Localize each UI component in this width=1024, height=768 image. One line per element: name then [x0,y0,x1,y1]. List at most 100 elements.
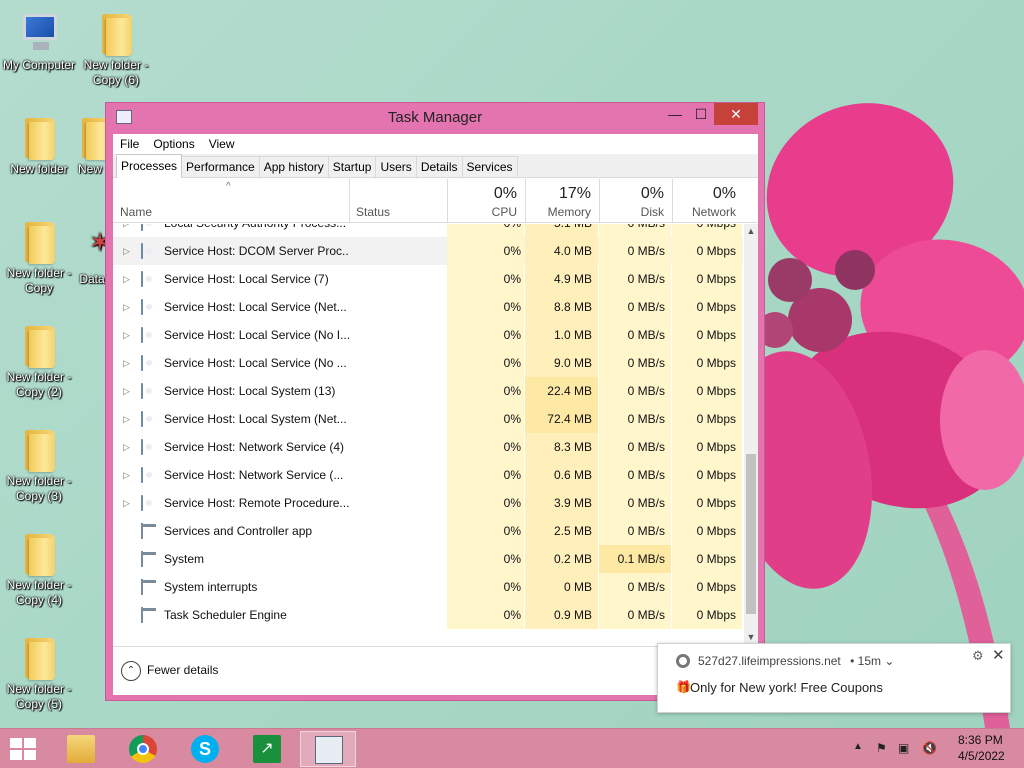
expand-chevron-icon[interactable]: ▷ [123,321,133,349]
column-cpu[interactable]: 0% CPU [447,179,525,223]
process-row[interactable]: Task Scheduler Engine 0% 0.9 MB 0 MB/s 0 Mbp… [113,601,743,629]
process-network: 0 Mbps [672,433,742,461]
settings-gear-icon[interactable]: ⚙ [972,648,984,664]
taskbar-file-explorer[interactable] [53,731,109,767]
process-row[interactable]: ▷ Service Host: Local Service (No I... 0% 1… [113,321,743,349]
tab-processes[interactable]: Processes [116,154,183,178]
start-windows-icon[interactable] [10,738,38,760]
process-row[interactable]: ▷ Service Host: Local Service (Net... 0% 8.… [113,293,743,321]
tab-details[interactable]: Details [415,156,463,177]
tab-users[interactable]: Users [375,156,417,177]
chevron-up-circle-icon[interactable]: ⌃ [121,661,141,681]
expand-chevron-icon[interactable]: ▷ [123,237,133,265]
column-network[interactable]: 0% Network [672,179,758,223]
expand-chevron-icon[interactable]: ▷ [123,461,133,489]
column-header: ^ Name Status 0% CPU 17% Memory 0% Disk … [113,179,758,223]
process-row[interactable]: Services and Controller app 0% 2.5 MB 0 MB/… [113,517,743,545]
desktop-icon-my-computer[interactable]: My Computer [0,8,81,73]
process-name: Service Host: DCOM Server Proc... [164,244,349,258]
process-row[interactable]: ▷ Service Host: Remote Procedure... 0% 3.9 … [113,489,743,517]
process-cpu: 0% [447,489,524,517]
desktop-icon-new-folder-copy-2[interactable]: New folder - Copy (2) [0,320,81,400]
process-row[interactable]: ▷ Service Host: Local Service (7) 0% 4.9 MB… [113,265,743,293]
menu-file[interactable]: File [120,137,139,151]
expand-chevron-icon[interactable]: ▷ [123,293,133,321]
process-memory: 72.4 MB [525,405,598,433]
expand-chevron-icon[interactable]: ▷ [123,405,133,433]
volume-muted-icon[interactable]: 🔇 [922,741,938,755]
process-memory: 4.0 MB [525,237,598,265]
expand-chevron-icon[interactable]: ▷ [123,265,133,293]
tab-app-history[interactable]: App history [258,156,329,177]
expand-chevron-icon[interactable]: ▷ [123,224,133,237]
vertical-scrollbar[interactable]: ▲ ▼ [744,224,758,644]
column-disk[interactable]: 0% Disk [599,179,672,223]
taskbar-task-manager[interactable] [300,731,356,767]
clock-time[interactable]: 8:36 PM [958,733,1003,747]
clock-date[interactable]: 4/5/2022 [958,749,1005,763]
scroll-down-icon[interactable]: ▼ [744,630,758,644]
taskbar-chrome[interactable] [115,731,171,767]
scroll-thumb[interactable] [746,454,756,614]
tab-performance[interactable]: Performance [181,156,260,177]
tab-startup[interactable]: Startup [327,156,377,177]
notification-message: Only for New york! Free Coupons [690,680,883,695]
column-status[interactable]: Status [349,179,447,223]
column-memory[interactable]: 17% Memory [525,179,599,223]
desktop-icon-data-partial[interactable]: ✶ Data [78,222,106,287]
process-network: 0 Mbps [672,224,742,237]
process-row[interactable]: ▷ Local Security Authority Process... 0%5.… [113,224,743,237]
process-network: 0 Mbps [672,573,742,601]
desktop-icon-new-folder-copy-3[interactable]: New folder - Copy (3) [0,424,81,504]
disk-total: 0% [640,185,664,202]
file-explorer-icon [67,735,95,763]
fewer-details-link[interactable]: Fewer details [147,663,218,677]
action-center-flag-icon[interactable]: ⚑ [876,741,892,755]
expand-chevron-icon[interactable]: ▷ [123,377,133,405]
process-network: 0 Mbps [672,545,742,573]
process-name: Services and Controller app [164,524,313,538]
process-memory: 0.2 MB [525,545,598,573]
desktop-icon-label: New folder - Copy (3) [6,474,72,503]
desktop-icon-new-folder-copy-6[interactable]: New folder - Copy (6) [74,8,158,88]
process-row[interactable]: ▷ Service Host: Local System (13) 0% 22.4 M… [113,377,743,405]
desktop-icon-new-folder-copy-4[interactable]: New folder - Copy (4) [0,528,81,608]
process-row[interactable]: ▷ Service Host: Local Service (No ... 0% 9.… [113,349,743,377]
menu-view[interactable]: View [209,137,235,151]
process-row[interactable]: ▷ Service Host: Network Service (... 0% 0.6… [113,461,743,489]
process-name: Service Host: Local Service (7) [164,272,329,286]
expand-chevron-icon[interactable]: ▷ [123,349,133,377]
cpu-total: 0% [493,185,517,202]
process-memory: 2.5 MB [525,517,598,545]
tab-services[interactable]: Services [461,156,518,177]
process-row[interactable]: ▷ Service Host: DCOM Server Proc... 0% 4.0 … [113,237,743,265]
show-hidden-icons-icon[interactable]: ▲ [853,741,863,752]
process-row[interactable]: System interrupts 0% 0 MB 0 MB/s 0 Mbps [113,573,743,601]
close-icon[interactable]: ✕ [992,646,1005,664]
desktop-icon-label: My Computer [2,58,76,72]
taskbar-skype[interactable]: S [177,731,233,767]
browser-notification[interactable]: 527d27.lifeimpressions.net • 15m ⌄ ⚙ ✕ 🎁… [657,643,1011,713]
network-icon[interactable]: ▣ [898,741,914,755]
process-disk: 0 MB/s [599,489,671,517]
process-row[interactable]: ▷ Service Host: Local System (Net... 0% 72.… [113,405,743,433]
minimize-button[interactable]: — [662,103,688,125]
expand-chevron-icon[interactable]: ▷ [123,489,133,517]
process-row[interactable]: ▷ Service Host: Network Service (4) 0% 8.3 … [113,433,743,461]
close-button[interactable]: ✕ [714,103,758,125]
process-disk: 0 MB/s [599,321,671,349]
process-row[interactable]: System 0% 0.2 MB 0.1 MB/s 0 Mbps [113,545,743,573]
desktop-icon-new-folder-copy[interactable]: New folder - Copy [0,216,81,296]
desktop-icon-new-partial[interactable]: New [74,112,106,177]
menu-options[interactable]: Options [153,137,194,151]
column-name[interactable]: Name [113,179,349,223]
taskbar-stock-app[interactable]: ↗ [239,731,295,767]
desktop-icon-new-folder-copy-5[interactable]: New folder - Copy (5) [0,632,81,712]
shortcut-icon: ✶ [89,227,106,257]
maximize-button[interactable]: ☐ [688,103,714,125]
gear-icon [141,383,157,399]
scroll-up-icon[interactable]: ▲ [744,224,758,238]
desktop-icon-new-folder[interactable]: New folder [0,112,81,177]
expand-chevron-icon[interactable]: ▷ [123,433,133,461]
window-icon [141,607,157,623]
